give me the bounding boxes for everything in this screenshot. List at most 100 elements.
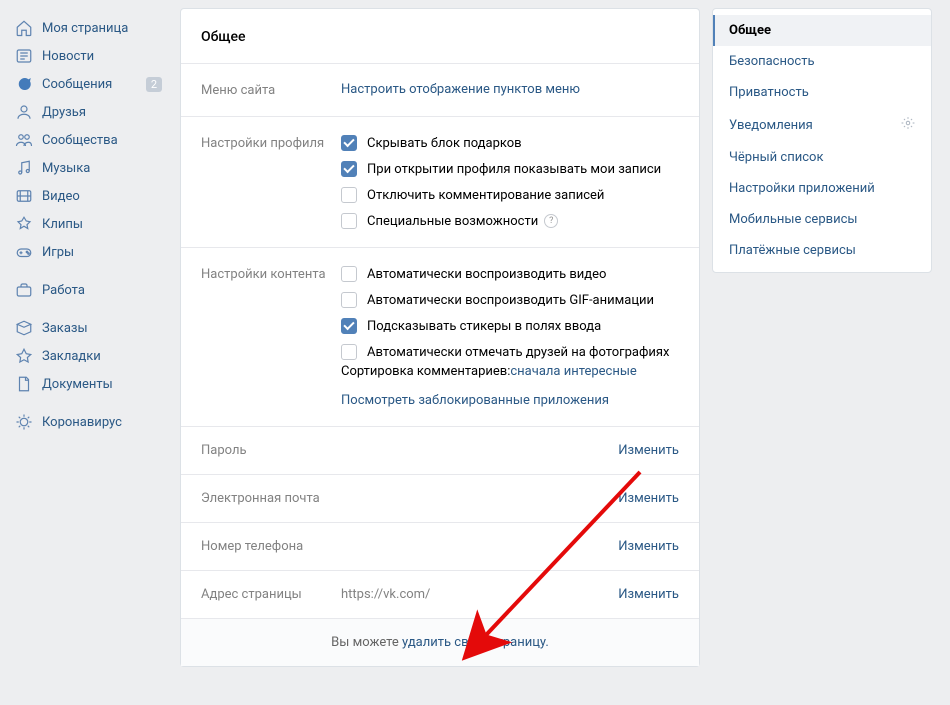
row-content-settings: Настройки контента Автоматически воспрои… xyxy=(181,248,699,426)
settings-tab[interactable]: Общее xyxy=(713,15,931,46)
tab-label: Мобильные сервисы xyxy=(729,212,857,227)
checkbox[interactable] xyxy=(341,187,357,203)
message-icon xyxy=(14,74,34,94)
checkbox[interactable] xyxy=(341,266,357,282)
checkbox-option[interactable]: Скрывать блок подарков xyxy=(341,135,679,151)
settings-tab[interactable]: Мобильные сервисы xyxy=(713,204,931,235)
nav-communities[interactable]: Сообщества xyxy=(8,126,168,154)
checkbox[interactable] xyxy=(341,292,357,308)
checkbox[interactable] xyxy=(341,161,357,177)
delete-page-link[interactable]: удалить свою страницу. xyxy=(402,635,549,650)
nav-work[interactable]: Работа xyxy=(8,276,168,304)
nav-label: Документы xyxy=(42,377,162,392)
checkbox-option[interactable]: Автоматически воспроизводить GIF-анимаци… xyxy=(341,292,679,308)
settings-tab[interactable]: Чёрный список xyxy=(713,142,931,173)
nav-messages[interactable]: Сообщения 2 xyxy=(8,70,168,98)
checkbox-option[interactable]: При открытии профиля показывать мои запи… xyxy=(341,161,679,177)
checkbox-label: При открытии профиля показывать мои запи… xyxy=(367,162,661,177)
help-icon[interactable]: ? xyxy=(544,214,558,228)
checkbox[interactable] xyxy=(341,135,357,151)
checkbox[interactable] xyxy=(341,213,357,229)
row-profile-settings: Настройки профиля Скрывать блок подарков… xyxy=(181,117,699,247)
settings-card: Общее Меню сайта Настроить отображение п… xyxy=(180,8,700,667)
nav-label: Моя страница xyxy=(42,21,162,36)
nav-documents[interactable]: Документы xyxy=(8,370,168,398)
settings-tab[interactable]: Платёжные сервисы xyxy=(713,235,931,266)
nav-orders[interactable]: Заказы xyxy=(8,314,168,342)
row-label: Электронная почта xyxy=(201,491,341,506)
box-icon xyxy=(14,318,34,338)
tab-label: Настройки приложений xyxy=(729,181,875,196)
tab-label: Чёрный список xyxy=(729,150,823,165)
nav-label: Новости xyxy=(42,49,162,64)
gear-icon[interactable] xyxy=(901,116,915,134)
nav-video[interactable]: Видео xyxy=(8,182,168,210)
comment-sort-link[interactable]: сначала интересные xyxy=(510,364,636,379)
nav-label: Заказы xyxy=(42,321,162,336)
nav-friends[interactable]: Друзья xyxy=(8,98,168,126)
nav-news[interactable]: Новости xyxy=(8,42,168,70)
row-label: Номер телефона xyxy=(201,539,341,554)
checkbox-option[interactable]: Специальные возможности? xyxy=(341,213,679,229)
delete-footer: Вы можете удалить свою страницу. xyxy=(181,618,699,666)
settings-tab[interactable]: Безопасность xyxy=(713,46,931,77)
nav-my-page[interactable]: Моя страница xyxy=(8,14,168,42)
star-icon xyxy=(14,346,34,366)
row-label: Настройки профиля xyxy=(201,135,341,229)
nav-clips[interactable]: Клипы xyxy=(8,210,168,238)
nav-bookmarks[interactable]: Закладки xyxy=(8,342,168,370)
checkbox-option[interactable]: Автоматически отмечать друзей на фотогра… xyxy=(341,344,679,360)
nav-coronavirus[interactable]: Коронавирус xyxy=(8,408,168,436)
checkbox[interactable] xyxy=(341,318,357,334)
settings-tab[interactable]: Уведомления xyxy=(713,108,931,142)
settings-nav: Общее Безопасность Приватность Уведомления Ч… xyxy=(712,8,932,273)
checkbox-option[interactable]: Отключить комментирование записей xyxy=(341,187,679,203)
checkbox[interactable] xyxy=(341,344,357,360)
page-title: Общее xyxy=(181,9,699,63)
tab-label: Уведомления xyxy=(729,118,813,133)
checkbox-label: Подсказывать стикеры в полях ввода xyxy=(367,319,601,334)
row-label: Настройки контента xyxy=(201,266,341,408)
row-label: Адрес страницы xyxy=(201,587,341,602)
settings-row: Адрес страницыhttps://vk.com/Изменить xyxy=(181,571,699,618)
change-link[interactable]: Изменить xyxy=(618,587,679,602)
nav-label: Сообщества xyxy=(42,133,162,148)
tab-label: Общее xyxy=(729,23,771,38)
nav-label: Коронавирус xyxy=(42,415,162,430)
row-value: https://vk.com/ xyxy=(341,587,618,602)
row-label: Меню сайта xyxy=(201,82,341,98)
nav-label: Закладки xyxy=(42,349,162,364)
checkbox-label: Автоматически воспроизводить видео xyxy=(367,267,606,282)
unread-badge: 2 xyxy=(146,77,162,92)
nav-label: Видео xyxy=(42,189,162,204)
settings-tab[interactable]: Настройки приложений xyxy=(713,173,931,204)
change-link[interactable]: Изменить xyxy=(618,539,679,554)
users-icon xyxy=(14,130,34,150)
settings-tab[interactable]: Приватность xyxy=(713,77,931,108)
settings-row: Электронная почта Изменить xyxy=(181,475,699,522)
nav-label: Игры xyxy=(42,245,162,260)
row-label: Пароль xyxy=(201,443,341,458)
clips-icon xyxy=(14,214,34,234)
nav-label: Сообщения xyxy=(42,77,146,92)
nav-label: Работа xyxy=(42,283,162,298)
configure-menu-link[interactable]: Настроить отображение пунктов меню xyxy=(341,82,580,97)
checkbox-label: Скрывать блок подарков xyxy=(367,136,522,151)
checkbox-option[interactable]: Подсказывать стикеры в полях ввода xyxy=(341,318,679,334)
nav-label: Клипы xyxy=(42,217,162,232)
music-icon xyxy=(14,158,34,178)
blocked-apps-link[interactable]: Посмотреть заблокированные приложения xyxy=(341,393,609,408)
nav-music[interactable]: Музыка xyxy=(8,154,168,182)
change-link[interactable]: Изменить xyxy=(618,443,679,458)
nav-label: Друзья xyxy=(42,105,162,120)
change-link[interactable]: Изменить xyxy=(618,491,679,506)
left-sidebar: Моя страница Новости Сообщения 2 Друзья … xyxy=(8,8,168,667)
nav-games[interactable]: Игры xyxy=(8,238,168,266)
tab-label: Безопасность xyxy=(729,54,815,69)
briefcase-icon xyxy=(14,280,34,300)
settings-row: Пароль Изменить xyxy=(181,427,699,474)
document-icon xyxy=(14,374,34,394)
virus-icon xyxy=(14,412,34,432)
checkbox-option[interactable]: Автоматически воспроизводить видео xyxy=(341,266,679,282)
news-icon xyxy=(14,46,34,66)
